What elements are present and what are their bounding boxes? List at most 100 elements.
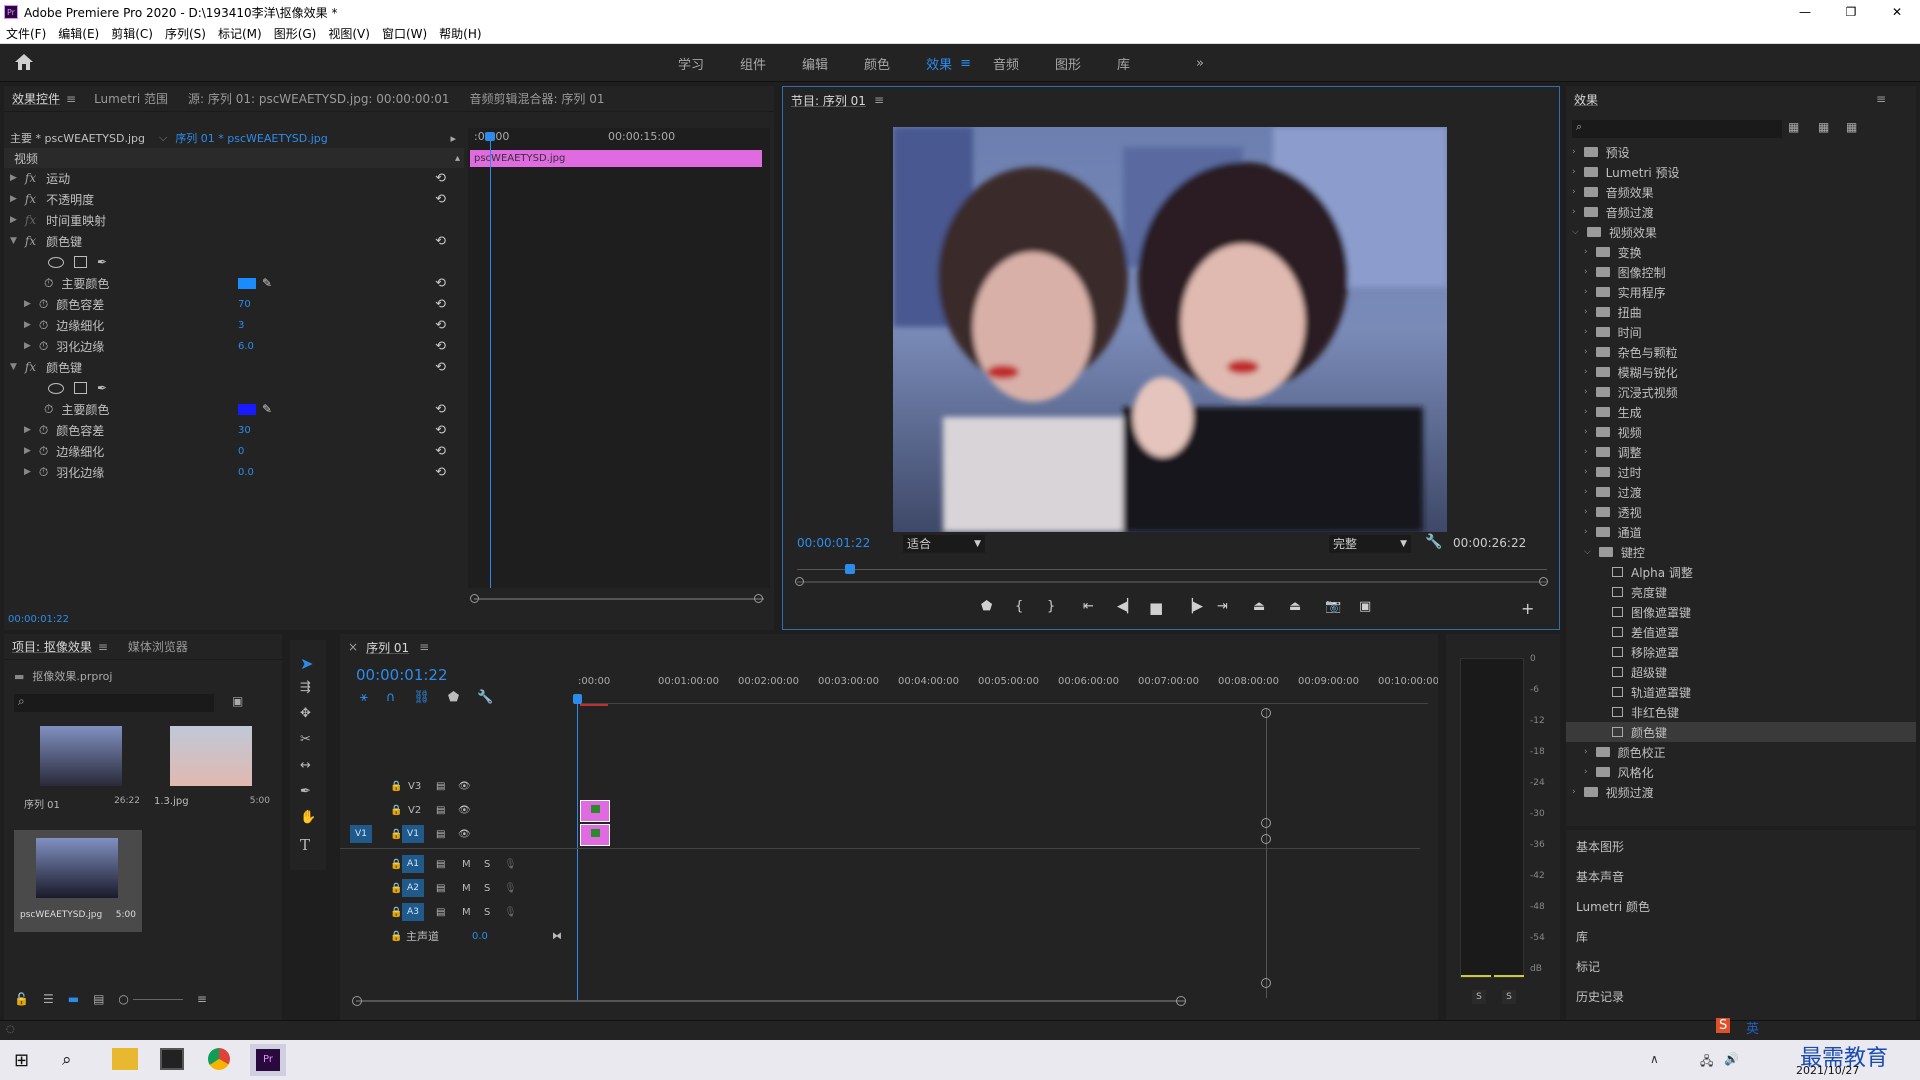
expand-arrow-icon[interactable]: › bbox=[1584, 367, 1588, 377]
add-marker-icon[interactable]: ⬟ bbox=[448, 690, 459, 705]
effects-tree-item[interactable]: 颜色键 bbox=[1566, 722, 1916, 742]
workspace-assembly[interactable]: 组件 bbox=[722, 54, 784, 73]
effects-tree-item[interactable]: › 过时 bbox=[1566, 462, 1916, 482]
yuv-effects-icon[interactable]: ▦ bbox=[1846, 120, 1857, 134]
expand-arrow-icon[interactable]: › bbox=[1584, 267, 1588, 277]
menu-marker[interactable]: 标记(M) bbox=[212, 25, 268, 42]
effects-tree-item[interactable]: 超级键 bbox=[1566, 662, 1916, 682]
project-item-psc[interactable]: pscWEAETYSD.jpg 5:00 bbox=[14, 830, 142, 932]
solo-right-button[interactable]: S bbox=[1502, 990, 1516, 1004]
linked-selection-icon[interactable]: ⛓ bbox=[413, 690, 430, 705]
effects-tree-item[interactable]: 移除遮罩 bbox=[1566, 642, 1916, 662]
zoom-handle-right[interactable] bbox=[754, 594, 763, 603]
mute-button[interactable]: M bbox=[462, 859, 471, 870]
effects-tree-item[interactable]: › 扭曲 bbox=[1566, 302, 1916, 322]
effects-tree-item[interactable]: › 模糊与锐化 bbox=[1566, 362, 1916, 382]
scroll-handle[interactable] bbox=[1261, 834, 1271, 844]
close-tab-icon[interactable]: × bbox=[348, 640, 358, 654]
reset-icon[interactable]: ⟲ bbox=[435, 444, 446, 459]
type-tool-icon[interactable]: T bbox=[300, 836, 310, 854]
effect-color-key-1[interactable]: 颜色键 bbox=[46, 233, 82, 250]
toggle-sync-icon[interactable]: ▤ bbox=[436, 859, 445, 870]
track-name[interactable]: V2 bbox=[408, 805, 421, 816]
source-patch-v1[interactable]: V1 bbox=[350, 825, 372, 843]
home-icon[interactable] bbox=[14, 53, 36, 73]
effects-tree-item[interactable]: › 预设 bbox=[1566, 142, 1916, 162]
search-icon[interactable]: ⌕ bbox=[62, 1050, 72, 1070]
windows-start-icon[interactable]: ⊞ bbox=[14, 1050, 29, 1071]
close-button[interactable]: ✕ bbox=[1874, 0, 1920, 24]
ellipse-mask-icon[interactable] bbox=[48, 382, 64, 394]
lock-icon[interactable]: 🔒 bbox=[390, 859, 402, 870]
menu-window[interactable]: 窗口(W) bbox=[376, 25, 433, 42]
stopwatch-icon[interactable]: ⏱ bbox=[39, 339, 48, 354]
ec-playhead[interactable] bbox=[490, 136, 491, 588]
tab-source[interactable]: 源: 序列 01: pscWEAETYSD.jpg: 00:00:00:01 bbox=[188, 90, 449, 107]
project-item-sequence[interactable]: 序列 01 26:22 bbox=[18, 726, 140, 814]
program-playhead[interactable] bbox=[845, 564, 855, 574]
panel-menu-icon[interactable]: ≡ bbox=[1876, 92, 1886, 106]
effects-tree-item[interactable]: › 时间 bbox=[1566, 322, 1916, 342]
stopwatch-icon[interactable]: ⏱ bbox=[44, 402, 53, 417]
track-name[interactable]: V3 bbox=[408, 781, 421, 792]
tray-chevron-up-icon[interactable]: ∧ bbox=[1650, 1052, 1659, 1066]
chevron-down-icon[interactable]: ⌵ bbox=[159, 131, 167, 145]
effect-color-key-2[interactable]: 颜色键 bbox=[46, 359, 82, 376]
stop-icon[interactable]: ■ bbox=[1149, 599, 1163, 617]
expand-arrow-icon[interactable]: › bbox=[1584, 747, 1588, 757]
track-select-tool-icon[interactable]: ⇶ bbox=[300, 680, 311, 695]
panel-menu-icon[interactable]: ≡ bbox=[98, 640, 108, 654]
expand-arrow-icon[interactable]: › bbox=[1584, 347, 1588, 357]
accelerated-effects-icon[interactable]: ▦ bbox=[1788, 120, 1799, 134]
track-name[interactable]: A3 bbox=[402, 903, 424, 921]
panel-essential-sound[interactable]: 基本声音 bbox=[1576, 868, 1624, 885]
effects-search-input[interactable]: ⌕ bbox=[1572, 120, 1782, 138]
stopwatch-icon[interactable]: ⏱ bbox=[39, 444, 48, 459]
expand-arrow-icon[interactable]: ▶ bbox=[24, 467, 31, 477]
step-back-icon[interactable]: ◀▏ bbox=[1117, 599, 1137, 614]
stopwatch-icon[interactable]: ⏱ bbox=[39, 465, 48, 480]
expand-arrow-icon[interactable]: › bbox=[1584, 447, 1588, 457]
eye-icon[interactable]: 👁 bbox=[458, 829, 471, 840]
expand-arrow-icon[interactable]: › bbox=[1584, 387, 1588, 397]
razor-tool-icon[interactable]: ✂ bbox=[300, 732, 311, 747]
pen-tool-icon[interactable]: ✒ bbox=[300, 784, 311, 799]
effects-tree-item[interactable]: 非红色键 bbox=[1566, 702, 1916, 722]
lift-icon[interactable]: ⏏ bbox=[1253, 599, 1265, 614]
expand-arrow-icon[interactable]: ▶ bbox=[24, 446, 31, 456]
new-bin-icon[interactable]: ▣ bbox=[232, 694, 243, 708]
lock-icon[interactable]: 🔒 bbox=[390, 781, 402, 792]
effects-tree-item[interactable]: › 实用程序 bbox=[1566, 282, 1916, 302]
timeline-settings-icon[interactable]: 🔧 bbox=[477, 690, 493, 705]
effects-tree-item[interactable]: › 图像控制 bbox=[1566, 262, 1916, 282]
hand-tool-icon[interactable]: ✋ bbox=[300, 810, 316, 825]
param-edge-thin-value[interactable]: 0 bbox=[238, 446, 244, 457]
expand-arrow-icon[interactable]: ▶ bbox=[24, 425, 31, 435]
more-workspaces-icon[interactable]: » bbox=[1178, 56, 1222, 71]
expand-arrow-icon[interactable]: › bbox=[1584, 287, 1588, 297]
solo-left-button[interactable]: S bbox=[1472, 990, 1486, 1004]
timeline-timecode[interactable]: 00:00:01:22 bbox=[356, 666, 448, 684]
expand-arrow-icon[interactable]: › bbox=[1584, 507, 1588, 517]
sort-icon[interactable]: ≡ bbox=[197, 992, 207, 1006]
track-name[interactable]: V1 bbox=[402, 825, 424, 843]
rectangle-mask-icon[interactable] bbox=[74, 382, 87, 394]
effect-time-remap[interactable]: 时间重映射 bbox=[46, 212, 106, 229]
lock-icon[interactable]: 🔒 bbox=[390, 829, 402, 840]
expand-arrow-icon[interactable]: › bbox=[1584, 247, 1588, 257]
expand-arrow-icon[interactable]: › bbox=[1584, 487, 1588, 497]
scroll-handle[interactable] bbox=[1261, 708, 1271, 718]
mute-button[interactable]: M bbox=[462, 907, 471, 918]
expand-arrow-icon[interactable]: › bbox=[1584, 467, 1588, 477]
volume-icon[interactable]: 🔊 bbox=[1724, 1052, 1739, 1066]
param-color-tolerance-value[interactable]: 30 bbox=[238, 425, 251, 436]
list-view-icon[interactable]: ☰ bbox=[43, 992, 54, 1006]
effects-tree-item[interactable]: 图像遮罩键 bbox=[1566, 602, 1916, 622]
ec-current-timecode[interactable]: 00:00:01:22 bbox=[8, 614, 69, 625]
toggle-sync-icon[interactable]: ▤ bbox=[436, 781, 445, 792]
workspace-learn[interactable]: 学习 bbox=[660, 54, 722, 73]
pen-mask-icon[interactable]: ✒ bbox=[97, 255, 107, 269]
effects-tree-item[interactable]: › 颜色校正 bbox=[1566, 742, 1916, 762]
timeline-playhead-handle[interactable] bbox=[573, 694, 582, 704]
workspace-audio[interactable]: 音频 bbox=[975, 54, 1037, 73]
